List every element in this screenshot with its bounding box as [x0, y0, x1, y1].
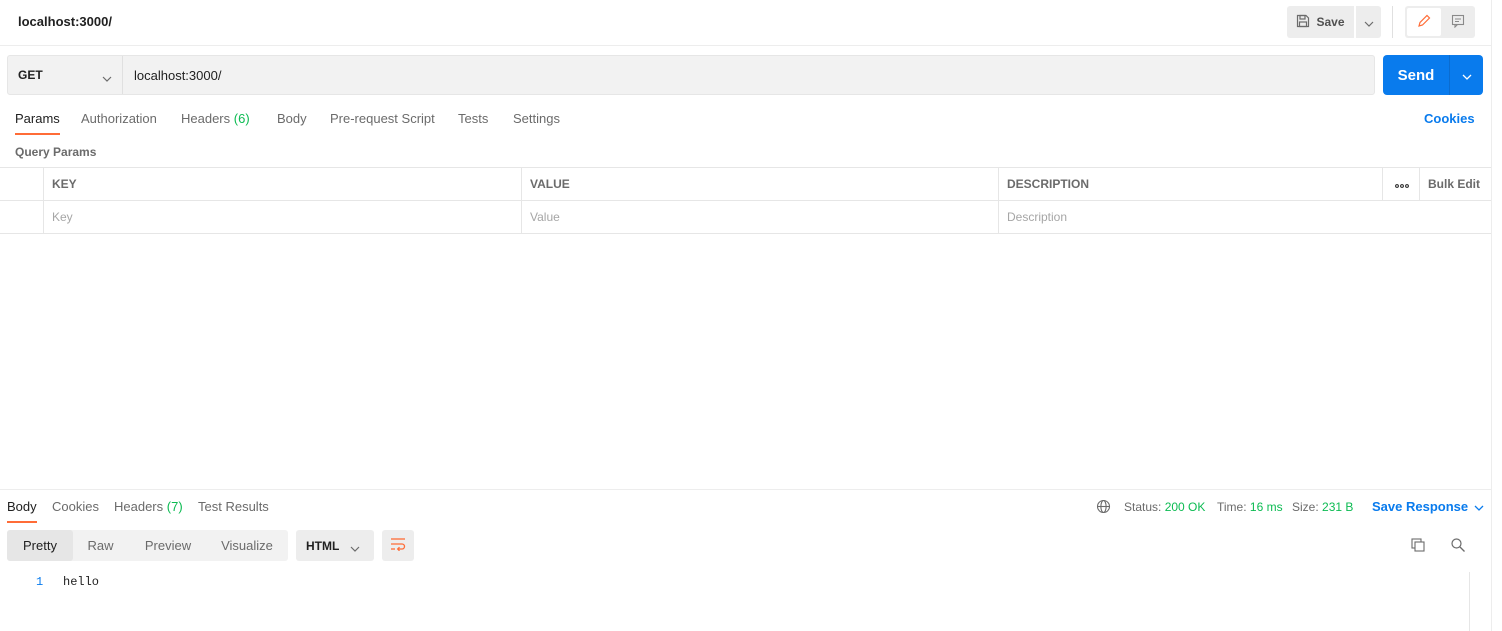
more-horizontal-icon — [1394, 177, 1409, 191]
save-label: Save — [1316, 15, 1345, 29]
table-header-row: KEY VALUE DESCRIPTION Bulk Edit — [0, 168, 1491, 201]
view-pretty[interactable]: Pretty — [7, 530, 73, 561]
tab-settings[interactable]: Settings — [513, 111, 560, 126]
row-spacer — [1382, 201, 1491, 233]
query-params-label: Query Params — [15, 145, 97, 159]
code-line: hello — [63, 575, 100, 589]
wrap-lines-icon — [390, 537, 406, 554]
headers-count: (6) — [233, 111, 250, 126]
globe-icon[interactable] — [1096, 499, 1111, 517]
response-tab-cookies[interactable]: Cookies — [52, 499, 99, 514]
divider — [1392, 6, 1393, 38]
response-status[interactable]: Status: 200 OK — [1124, 500, 1205, 514]
pane-border — [1491, 0, 1492, 631]
param-key-input[interactable]: Key — [43, 201, 522, 233]
status-value: 200 OK — [1164, 500, 1206, 514]
search-icon[interactable] — [1450, 537, 1466, 556]
view-mode-toggle — [1405, 6, 1475, 38]
response-tab-body[interactable]: Body — [7, 499, 37, 523]
save-button-group: Save — [1287, 6, 1381, 38]
tab-authorization[interactable]: Authorization — [81, 111, 157, 126]
comment-icon — [1451, 14, 1465, 31]
view-preview[interactable]: Preview — [133, 530, 203, 561]
url-bar: GET — [7, 55, 1375, 95]
chevron-down-icon — [1364, 15, 1374, 30]
tab-tests[interactable]: Tests — [458, 111, 488, 126]
response-body[interactable]: 1 hello — [0, 572, 1468, 631]
view-visualize[interactable]: Visualize — [211, 530, 283, 561]
column-header-description: DESCRIPTION — [998, 168, 1383, 200]
response-headers-count: (7) — [166, 499, 183, 514]
response-size[interactable]: Size: 231 B — [1292, 500, 1353, 514]
response-language-select[interactable]: HTML — [296, 530, 374, 561]
chevron-down-icon — [1474, 499, 1484, 514]
comments-mode-button[interactable] — [1443, 8, 1473, 36]
view-raw[interactable]: Raw — [73, 530, 128, 561]
tab-params[interactable]: Params — [15, 111, 60, 135]
tab-body[interactable]: Body — [277, 111, 307, 126]
response-tab-headers[interactable]: Headers (7) — [114, 499, 183, 514]
response-tab-test-results[interactable]: Test Results — [198, 499, 269, 514]
chevron-down-icon — [102, 70, 112, 85]
send-button[interactable]: Send — [1383, 55, 1449, 95]
save-options-button[interactable] — [1356, 6, 1381, 38]
column-header-key: KEY — [43, 168, 522, 200]
tab-headers[interactable]: Headers (6) — [181, 111, 250, 126]
response-view-selector: Pretty Raw Preview Visualize — [7, 530, 288, 561]
size-value: 231 B — [1322, 500, 1354, 514]
time-value: 16 ms — [1249, 500, 1283, 514]
tab-pre-request-script[interactable]: Pre-request Script — [330, 111, 435, 126]
response-scrollbar[interactable] — [1469, 572, 1483, 631]
language-label: HTML — [306, 539, 340, 553]
table-row: Key Value Description — [0, 201, 1491, 234]
request-title-bar: localhost:3000/ Save — [0, 0, 1491, 46]
cookies-link[interactable]: Cookies — [1424, 111, 1475, 126]
bulk-edit-button[interactable]: Bulk Edit — [1419, 168, 1491, 200]
url-input[interactable] — [123, 56, 1374, 94]
request-title[interactable]: localhost:3000/ — [18, 14, 112, 29]
chevron-down-icon — [350, 540, 360, 555]
response-bar: Body Cookies Headers (7) Test Results St… — [0, 489, 1491, 523]
column-header-value: VALUE — [521, 168, 999, 200]
wrap-lines-button[interactable] — [382, 530, 414, 561]
send-button-group: Send — [1383, 55, 1483, 95]
chevron-down-icon — [1462, 68, 1472, 83]
param-value-input[interactable]: Value — [521, 201, 999, 233]
request-tabs: Params Authorization Headers (6) Body Pr… — [0, 104, 1491, 136]
query-params-table: KEY VALUE DESCRIPTION Bulk Edit Key Valu… — [0, 167, 1491, 234]
pencil-icon — [1417, 14, 1431, 31]
param-description-input[interactable]: Description — [998, 201, 1383, 233]
save-button[interactable]: Save — [1287, 6, 1354, 38]
save-response-button[interactable]: Save Response — [1372, 499, 1484, 514]
line-number: 1 — [36, 575, 44, 589]
edit-mode-button[interactable] — [1407, 8, 1441, 36]
copy-icon[interactable] — [1410, 537, 1426, 556]
save-icon — [1296, 14, 1310, 31]
method-select[interactable]: GET — [8, 56, 123, 94]
send-options-button[interactable] — [1449, 55, 1483, 95]
response-time[interactable]: Time: 16 ms — [1217, 500, 1283, 514]
column-options-button[interactable] — [1382, 168, 1420, 200]
method-label: GET — [18, 68, 43, 82]
